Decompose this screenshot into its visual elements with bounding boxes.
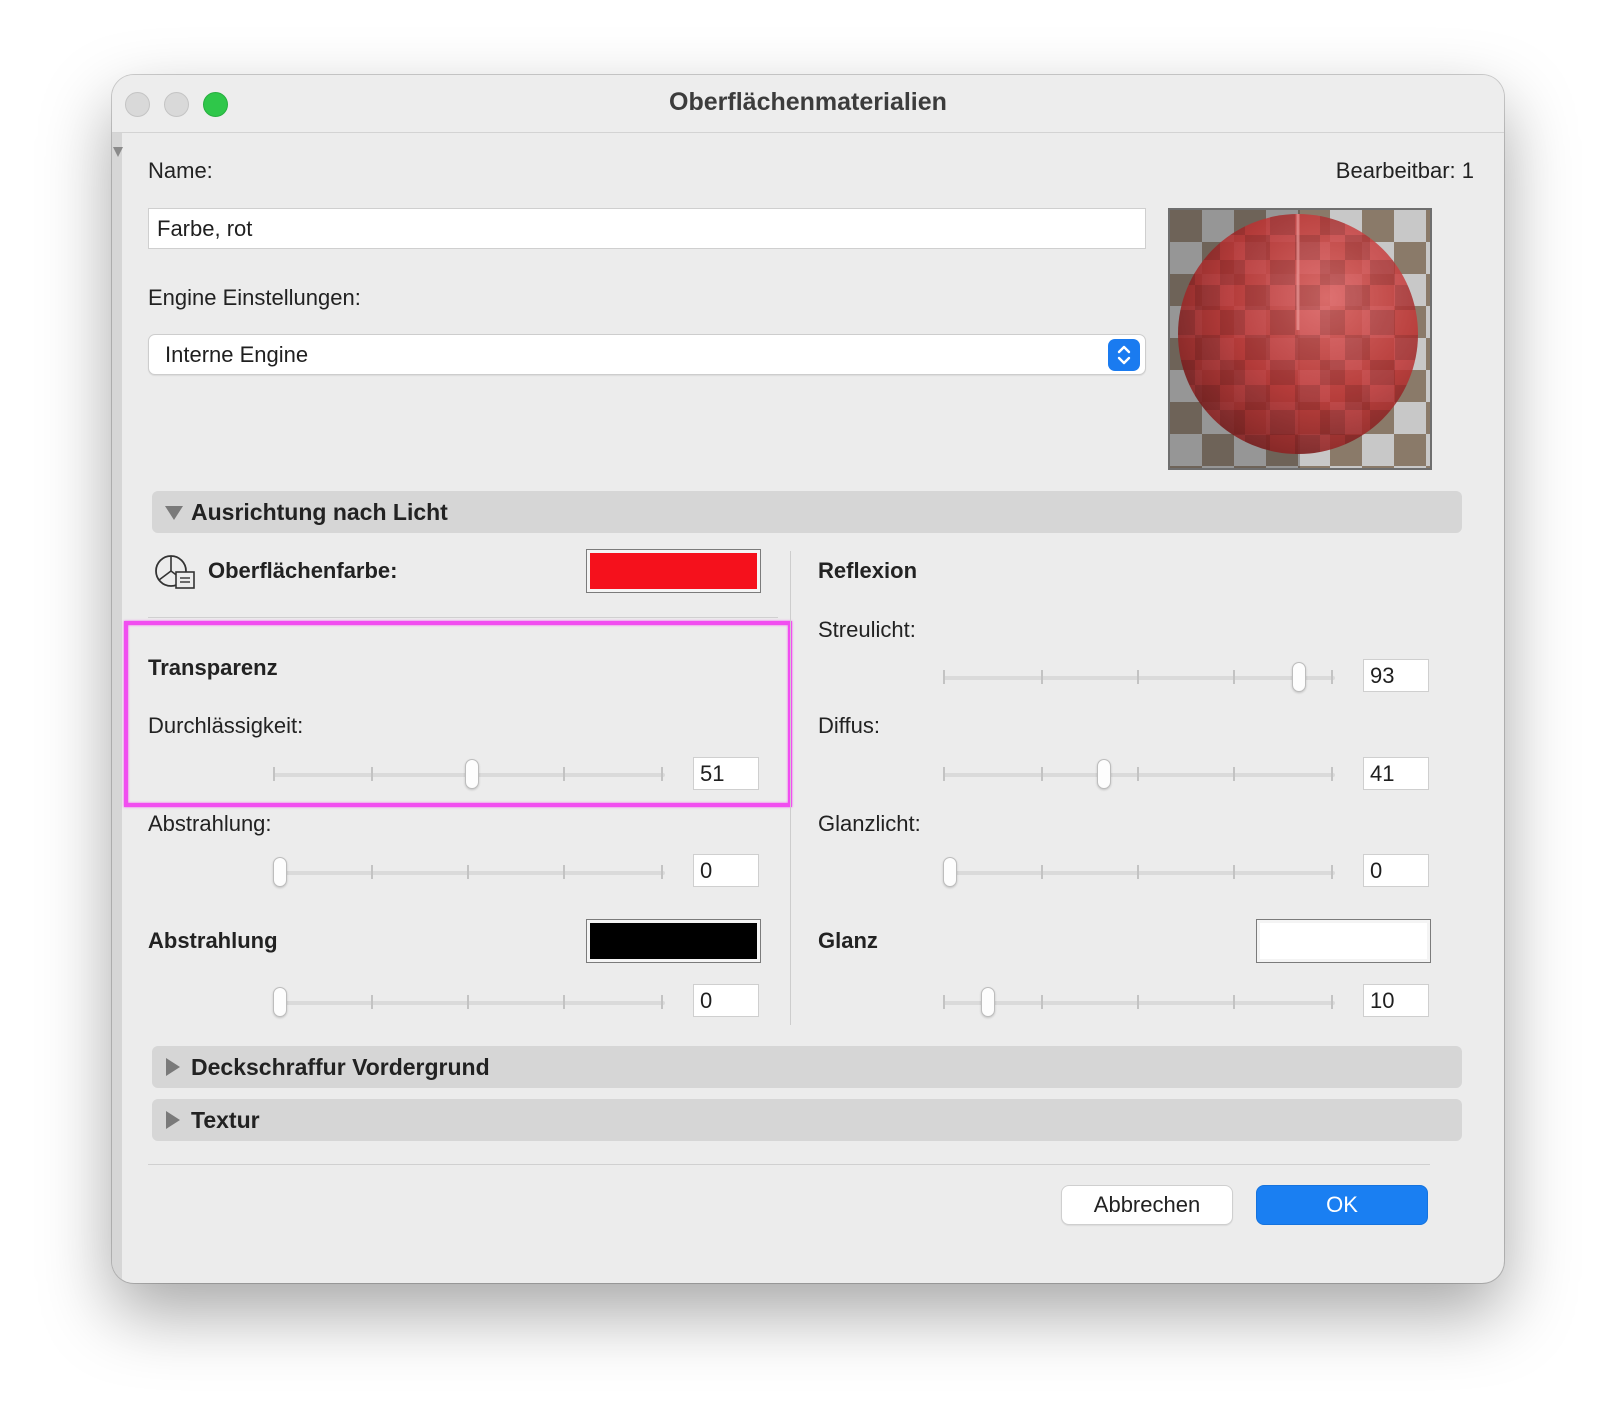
specular-input[interactable]: 0 — [1363, 854, 1429, 887]
select-stepper-icon — [1108, 339, 1140, 371]
surface-color-swatch[interactable] — [586, 549, 761, 593]
name-label: Name: — [148, 158, 213, 183]
dialog-window: Oberflächenmaterialien Name: Bearbeitbar… — [112, 75, 1504, 1283]
shininess-slider-knob[interactable] — [981, 987, 995, 1017]
emission-color-fill — [590, 923, 757, 959]
diffuse-slider[interactable] — [943, 759, 1335, 789]
transparency-emission-input[interactable]: 0 — [693, 854, 759, 887]
column-divider — [790, 551, 791, 1025]
engine-select[interactable]: Interne Engine — [148, 334, 1146, 375]
specular-slider[interactable] — [943, 857, 1335, 887]
transparency-emission-label: Abstrahlung: — [148, 811, 272, 836]
transparency-highlight-box — [124, 621, 792, 807]
section-light-alignment-label: Ausrichtung nach Licht — [191, 499, 448, 525]
section-texture[interactable]: Textur — [152, 1099, 1462, 1141]
diffuse-input[interactable]: 41 — [1363, 757, 1429, 790]
diffuse-label: Diffus: — [818, 713, 880, 738]
left-divider — [148, 617, 778, 618]
surface-color-label: Oberflächenfarbe: — [208, 558, 398, 583]
ambient-input[interactable]: 93 — [1363, 659, 1429, 692]
engine-select-value: Interne Engine — [165, 341, 309, 367]
ambient-slider-knob[interactable] — [1292, 662, 1306, 692]
window-title: Oberflächenmaterialien — [669, 88, 947, 116]
ambient-label: Streulicht: — [818, 617, 916, 642]
surface-color-fill — [590, 553, 757, 589]
side-collapse-strip[interactable] — [112, 133, 123, 1283]
emission-input[interactable]: 0 — [693, 984, 759, 1017]
shininess-input[interactable]: 10 — [1363, 984, 1429, 1017]
footer-divider — [148, 1164, 1430, 1165]
collapse-arrow-icon — [113, 147, 123, 157]
shininess-color-fill — [1260, 923, 1427, 959]
disclosure-expanded-icon — [165, 506, 183, 520]
cancel-button[interactable]: Abbrechen — [1061, 1185, 1233, 1225]
section-texture-label: Textur — [191, 1107, 260, 1133]
section-light-alignment[interactable]: Ausrichtung nach Licht — [152, 491, 1462, 533]
emission-color-swatch[interactable] — [586, 919, 761, 963]
section-foreground-hatch-label: Deckschraffur Vordergrund — [191, 1054, 490, 1080]
ambient-slider[interactable] — [943, 662, 1335, 692]
title-bar: Oberflächenmaterialien — [112, 75, 1504, 133]
emission-slider-knob[interactable] — [273, 987, 287, 1017]
color-palette-brush-icon — [154, 554, 198, 590]
section-foreground-hatch[interactable]: Deckschraffur Vordergrund — [152, 1046, 1462, 1088]
name-input[interactable]: Farbe, rot — [148, 208, 1146, 249]
transparency-emission-slider[interactable] — [273, 857, 665, 887]
emission-slider[interactable] — [273, 987, 665, 1017]
transparency-emission-slider-knob[interactable] — [273, 857, 287, 887]
ok-button[interactable]: OK — [1256, 1185, 1428, 1225]
material-preview — [1168, 208, 1432, 470]
disclosure-collapsed-icon — [166, 1111, 180, 1129]
engine-settings-label: Engine Einstellungen: — [148, 285, 361, 310]
specular-label: Glanzlicht: — [818, 811, 921, 836]
shininess-color-swatch[interactable] — [1256, 919, 1431, 963]
specular-slider-knob[interactable] — [943, 857, 957, 887]
editable-count-label: Bearbeitbar: 1 — [1335, 158, 1474, 183]
disclosure-collapsed-icon — [166, 1058, 180, 1076]
reflection-heading: Reflexion — [818, 558, 918, 583]
shininess-heading: Glanz — [818, 928, 878, 953]
diffuse-slider-knob[interactable] — [1097, 759, 1111, 789]
emission-heading: Abstrahlung — [148, 928, 278, 953]
shininess-slider[interactable] — [943, 987, 1335, 1017]
